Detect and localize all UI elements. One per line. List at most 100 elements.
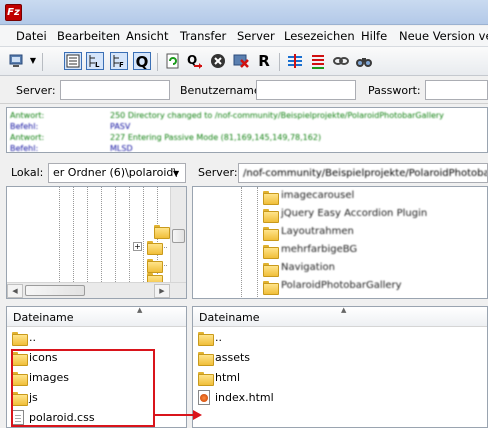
reconnect-icon[interactable]: R	[255, 52, 273, 70]
file-name: ..	[29, 331, 36, 344]
password-label: Passwort:	[368, 84, 421, 97]
tree-guide	[101, 187, 102, 282]
tree-guide	[143, 187, 144, 282]
remote-column-header[interactable]: ▲ Dateiname	[193, 307, 487, 327]
file-name: ..	[215, 331, 222, 344]
tree-guide	[87, 187, 88, 282]
toolbar-separator	[157, 53, 158, 71]
sync-browse-icon[interactable]	[309, 52, 327, 70]
tree-guide	[129, 187, 130, 282]
server-label: Server:	[16, 84, 56, 97]
scroll-right-icon[interactable]: ▶	[154, 284, 170, 298]
sort-asc-icon: ▲	[137, 306, 143, 314]
file-name: assets	[215, 351, 251, 364]
annotation-box	[11, 349, 155, 427]
html-file-icon	[198, 390, 210, 405]
menu-bar: Datei Bearbeiten Ansicht Transfer Server…	[0, 26, 488, 47]
cancel-icon[interactable]	[209, 52, 227, 70]
folder-icon	[263, 263, 279, 277]
local-tree-vscroll[interactable]	[170, 187, 186, 282]
svg-text:F: F	[119, 61, 124, 69]
menu-server[interactable]: Server	[237, 29, 275, 43]
folder-icon	[263, 209, 279, 223]
local-tree-hscroll[interactable]: ◀ ▶	[7, 282, 186, 298]
tree-guide	[59, 187, 60, 282]
remote-tree-item[interactable]: Layoutrahmen	[281, 226, 354, 237]
expand-icon[interactable]: +	[133, 242, 142, 251]
remote-tree-item[interactable]: imagecarousel	[281, 190, 354, 201]
remote-tree-item[interactable]: Navigation	[281, 262, 335, 273]
quickconnect-bar: Server: Benutzername: Passwort:	[0, 77, 488, 104]
toggle-local-tree-icon[interactable]: L	[86, 52, 104, 70]
menu-lesezeichen[interactable]: Lesezeichen	[284, 29, 355, 43]
folder-icon	[198, 372, 214, 386]
toggle-queue-icon[interactable]: Q	[133, 52, 151, 71]
menu-bearbeiten[interactable]: Bearbeiten	[57, 29, 120, 43]
menu-neue-version[interactable]: Neue Version ver	[399, 29, 488, 43]
dropdown-icon[interactable]: ▼	[28, 52, 38, 70]
local-directory-tree[interactable]: + ◀ ▶	[6, 186, 187, 299]
folder-icon	[263, 245, 279, 259]
remote-path-bar: Server: /nof-community/Beispielprojekte/…	[192, 160, 488, 186]
chevron-down-icon[interactable]: ▼	[173, 169, 183, 178]
site-manager-icon[interactable]	[8, 52, 26, 70]
folder-icon	[147, 259, 163, 273]
menu-datei[interactable]: Datei	[16, 29, 47, 43]
local-path-bar: Lokal: er Ordner (6)\polaroid\ ▼	[6, 160, 187, 186]
refresh-icon[interactable]	[164, 52, 182, 70]
filter-icon[interactable]	[286, 52, 304, 70]
folder-icon	[12, 332, 28, 346]
file-name: html	[215, 371, 241, 384]
password-input[interactable]	[425, 80, 488, 100]
list-item[interactable]: ..	[7, 328, 186, 348]
compare-icon[interactable]	[332, 52, 350, 70]
local-path-input[interactable]: er Ordner (6)\polaroid\ ▼	[48, 163, 186, 183]
arrow-right-icon	[193, 410, 202, 420]
menu-hilfe[interactable]: Hilfe	[361, 29, 387, 43]
server-input[interactable]	[60, 80, 170, 100]
svg-text:Q: Q	[187, 53, 197, 67]
title-bar: Fz	[0, 0, 488, 25]
tree-guide	[115, 187, 116, 282]
filezilla-app-icon[interactable]: Fz	[5, 4, 22, 21]
remote-tree-item[interactable]: jQuery Easy Accordion Plugin	[281, 208, 427, 219]
local-path-text: er Ordner (6)\polaroid\	[53, 166, 178, 179]
remote-tree-item[interactable]: PolaroidPhotobarGallery	[281, 280, 402, 291]
toggle-remote-tree-icon[interactable]: F	[110, 52, 128, 70]
toggle-log-icon[interactable]	[64, 52, 82, 70]
folder-icon	[147, 241, 163, 255]
scroll-left-icon[interactable]: ◀	[7, 284, 23, 298]
process-queue-icon[interactable]: Q	[186, 52, 204, 70]
tree-guide	[257, 187, 258, 297]
folder-icon	[154, 225, 170, 239]
folder-icon	[263, 227, 279, 241]
local-column-header[interactable]: ▲ Dateiname	[7, 307, 186, 327]
menu-transfer[interactable]: Transfer	[180, 29, 226, 43]
toolbar: ▼ L F Q Q R	[0, 47, 488, 76]
remote-directory-tree[interactable]: imagecarousel jQuery Easy Accordion Plug…	[192, 186, 488, 299]
username-label: Benutzername:	[180, 84, 265, 97]
tree-guide	[73, 187, 74, 282]
remote-label: Server:	[198, 166, 238, 179]
scroll-thumb[interactable]	[25, 285, 85, 296]
local-label: Lokal:	[11, 166, 44, 179]
local-column-filename[interactable]: Dateiname	[13, 311, 74, 324]
remote-path-input[interactable]: /nof-community/Beispielprojekte/Polaroid…	[238, 163, 488, 183]
menu-ansicht[interactable]: Ansicht	[126, 29, 168, 43]
list-item[interactable]: html	[193, 368, 487, 388]
remote-path-text: /nof-community/Beispielprojekte/Polaroid…	[243, 168, 487, 179]
remote-tree-item[interactable]: mehrfarbigeBG	[281, 244, 357, 255]
scroll-thumb[interactable]	[172, 229, 185, 243]
file-name: index.html	[215, 391, 274, 404]
list-item[interactable]: index.html	[193, 388, 487, 408]
remote-file-list[interactable]: ▲ Dateiname .. assets html index.html	[192, 306, 488, 428]
list-item[interactable]: assets	[193, 348, 487, 368]
list-item[interactable]: ..	[193, 328, 487, 348]
search-icon[interactable]	[355, 52, 373, 70]
annotation-arrow	[155, 414, 193, 416]
message-log[interactable]: Antwort: 250 Directory changed to /nof-c…	[6, 107, 488, 153]
remote-column-filename[interactable]: Dateiname	[199, 311, 260, 324]
username-input[interactable]	[256, 80, 356, 100]
disconnect-icon[interactable]	[232, 52, 250, 70]
folder-icon	[263, 191, 279, 205]
